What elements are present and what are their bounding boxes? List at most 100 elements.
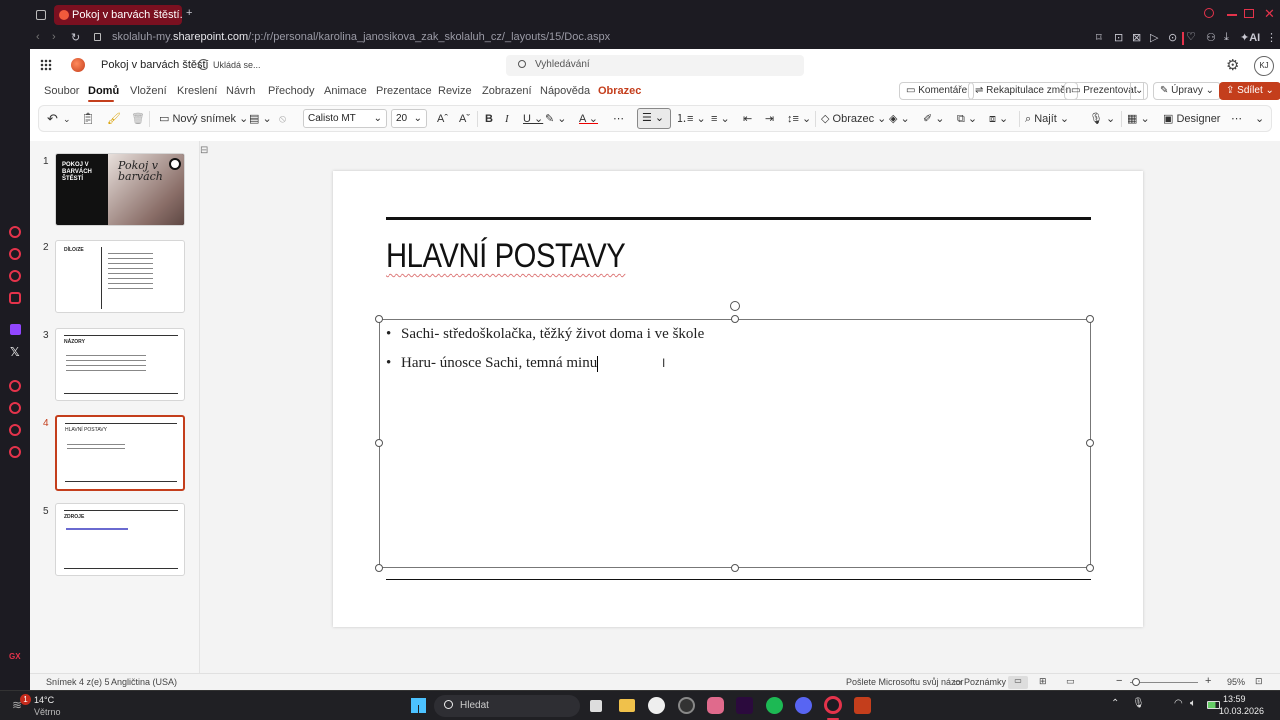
bookmark-icon[interactable]: ⌑ <box>1096 31 1102 44</box>
slide-thumbnail-2[interactable]: DÍLO/ZE <box>55 240 185 313</box>
new-slide-button[interactable]: ▭ Nový snímek ⌄ <box>159 111 248 127</box>
slide-thumbnail-5[interactable]: ZDROJE <box>55 503 185 576</box>
tab-animace[interactable]: Animace <box>324 85 367 97</box>
arrange-icon[interactable]: ⧉ ⌄ <box>957 111 977 127</box>
download-icon[interactable]: ⤓ <box>1224 31 1229 44</box>
font-name-select[interactable]: Calisto MT ⌄ <box>303 109 387 128</box>
more-font-icon[interactable]: ⋯ <box>613 111 624 127</box>
language-status[interactable]: Angličtina (USA) <box>111 677 177 687</box>
resize-handle[interactable] <box>731 315 739 323</box>
easy-setup-icon[interactable]: ⊙ <box>1168 31 1177 44</box>
resize-handle[interactable] <box>731 564 739 572</box>
shrink-font-icon[interactable]: Aˇ <box>459 111 470 127</box>
slide-thumbnail-4[interactable]: HLAVNÍ POSTAVY <box>55 415 185 491</box>
task-view-icon[interactable] <box>590 700 602 712</box>
shape-fill-icon[interactable]: ◈ ⌄ <box>889 111 910 127</box>
resize-handle[interactable] <box>1086 315 1094 323</box>
reading-view-icon[interactable]: ▭ <box>1066 676 1075 687</box>
slide-thumbnail-1[interactable]: POKOJ V BARVÁCH ŠTĚSTÍ Pokoj v barvách <box>55 153 185 226</box>
bullets-button[interactable]: ☰ ⌄ <box>637 108 671 129</box>
player-icon[interactable] <box>9 380 21 392</box>
wifi-icon[interactable]: ◠ <box>1174 698 1183 709</box>
slide-canvas[interactable]: HLAVNÍ POSTAVY • Sachi- středoškolačka, t… <box>333 171 1143 627</box>
collapse-pane-icon[interactable]: ⊟ <box>200 145 208 156</box>
addins-icon[interactable]: ▦ ⌄ <box>1127 111 1150 127</box>
resize-handle[interactable] <box>1086 564 1094 572</box>
document-title[interactable]: Pokoj v barvách štěstí <box>101 59 209 71</box>
adblock-icon[interactable]: ⊠ <box>1132 31 1141 44</box>
resize-handle[interactable] <box>375 564 383 572</box>
instagram-icon[interactable] <box>9 270 21 282</box>
underline-icon[interactable]: U ⌄ <box>523 111 543 127</box>
italic-icon[interactable]: I <box>505 111 509 127</box>
heart-icon[interactable]: ♡ <box>1186 30 1196 43</box>
bullet-item[interactable]: • Haru- únosce Sachi, temná minu <box>386 355 599 372</box>
player-toolbar-icon[interactable]: ▷ <box>1150 31 1158 44</box>
x-icon[interactable]: 𝕏 <box>10 345 20 359</box>
find-button[interactable]: ⌕ Najít ⌄ <box>1025 111 1069 127</box>
tab-vlozeni[interactable]: Vložení <box>130 85 167 97</box>
tab-napoveda[interactable]: Nápověda <box>540 85 590 97</box>
format-painter-icon[interactable]: 🖌︎ <box>107 111 121 127</box>
maximize-icon[interactable] <box>1244 9 1254 18</box>
settings-gear-icon[interactable]: ⚙ <box>1226 56 1239 74</box>
app-icon[interactable] <box>678 697 695 714</box>
align-icon[interactable]: ≡ ⌄ <box>711 111 730 127</box>
gx-icon[interactable]: GX <box>9 652 21 661</box>
shape-outline-icon[interactable]: ✐ ⌄ <box>923 111 945 127</box>
recap-button[interactable]: ⇌ Rekapitulace změn <box>968 82 1079 100</box>
new-tab-icon[interactable]: + <box>186 7 192 19</box>
tab-navrh[interactable]: Návrh <box>226 85 255 97</box>
extensions-icon[interactable] <box>9 424 21 436</box>
decrease-indent-icon[interactable]: ⇤ <box>743 111 752 127</box>
tray-chevron-icon[interactable]: ⌃ <box>1111 698 1119 709</box>
font-color-icon[interactable]: A ⌄ <box>579 111 598 127</box>
present-dropdown-icon[interactable]: ⌄ <box>1130 82 1149 100</box>
start-button[interactable] <box>411 698 426 713</box>
undo-icon[interactable]: ↶ <box>47 111 58 127</box>
music-icon[interactable] <box>9 292 21 304</box>
comments-button[interactable]: ▭ Komentáře <box>899 82 975 100</box>
avatar[interactable]: KJ <box>1254 56 1274 76</box>
dictate-icon[interactable]: 🎙︎ ⌄ <box>1089 111 1115 127</box>
tab-prechody[interactable]: Přechody <box>268 85 314 97</box>
increase-indent-icon[interactable]: ⇥ <box>765 111 774 127</box>
browser-tab-active[interactable]: Pokoj v barvách štěstí.pptx <box>54 5 182 25</box>
more-options-icon[interactable]: ⋯ <box>1231 111 1242 127</box>
zoom-slider[interactable] <box>1130 678 1198 686</box>
line-spacing-icon[interactable]: ↕≡ ⌄ <box>787 111 811 127</box>
reload-icon[interactable]: ↻ <box>71 31 80 44</box>
highlight-icon[interactable]: ✎ ⌄ <box>545 111 567 127</box>
quick-styles-icon[interactable]: ⧈ ⌄ <box>989 111 1008 127</box>
volume-icon[interactable]: 🔈︎ <box>1190 698 1196 709</box>
rotate-handle-icon[interactable] <box>730 301 740 311</box>
app-launcher-icon[interactable] <box>40 59 52 71</box>
content-placeholder[interactable]: • Sachi- středoškolačka, těžký život doma… <box>379 319 1091 568</box>
notes-button[interactable]: ▭ Poznámky <box>953 677 1006 688</box>
tab-zobrazeni[interactable]: Zobrazení <box>482 85 532 97</box>
bullet-item[interactable]: • Sachi- středoškolačka, těžký život doma… <box>386 326 704 343</box>
minimize-icon[interactable] <box>1227 14 1237 16</box>
weather-widget[interactable]: ≋ 1 14°C Větrno <box>10 693 70 719</box>
zoom-in-icon[interactable]: + <box>1205 675 1211 687</box>
spotify-icon[interactable] <box>766 697 783 714</box>
clock-time[interactable]: 13:59 <box>1223 694 1246 704</box>
tab-switcher-icon[interactable] <box>36 10 46 20</box>
app-icon[interactable] <box>707 697 724 714</box>
tab-prezentace[interactable]: Prezentace <box>376 85 432 97</box>
grow-font-icon[interactable]: Aˆ <box>437 111 448 127</box>
url-field[interactable]: skolaluh-my.sharepoint.com/:p:/r/persona… <box>112 31 610 43</box>
numbering-icon[interactable]: ⒈≡ ⌄ <box>676 111 706 127</box>
discord-icon[interactable] <box>795 697 812 714</box>
undo-dropdown-icon[interactable]: ⌄ <box>63 111 71 127</box>
ai-icon[interactable]: ✦AI <box>1240 31 1260 44</box>
messenger-icon[interactable] <box>9 248 21 260</box>
zoom-slider-thumb[interactable] <box>1132 678 1140 686</box>
profile-icon[interactable]: ⚇ <box>1206 31 1216 44</box>
edit-mode-button[interactable]: ✎ Úpravy ⌄ <box>1153 82 1222 100</box>
share-button[interactable]: ⇪ Sdílet ⌄ <box>1219 82 1280 100</box>
bold-icon[interactable]: B <box>485 111 493 127</box>
forward-icon[interactable]: › <box>52 31 56 43</box>
zoom-out-icon[interactable]: − <box>1116 675 1122 687</box>
app-icon[interactable] <box>648 697 665 714</box>
